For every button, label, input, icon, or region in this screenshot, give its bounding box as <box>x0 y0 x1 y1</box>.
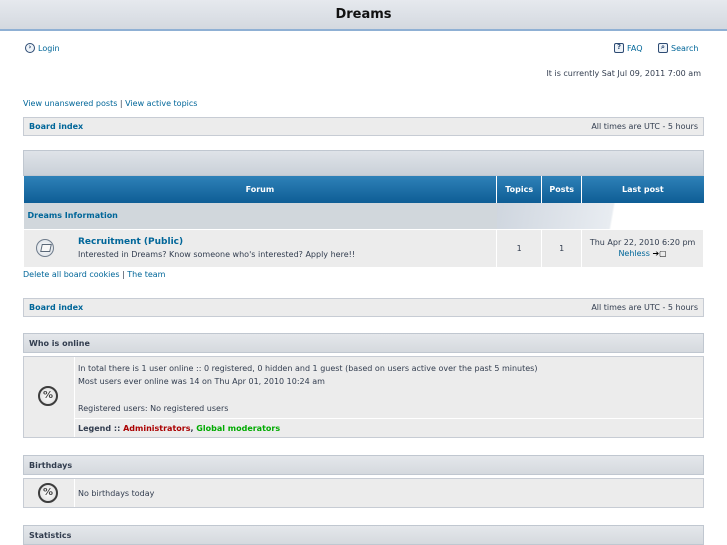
quick-links: View unanswered posts | View active topi… <box>23 99 197 108</box>
users-online-icon: % <box>38 386 58 406</box>
online-total: In total there is 1 user online :: 0 reg… <box>78 364 538 373</box>
login-icon: › <box>25 43 35 53</box>
who-is-online-header: Who is online <box>23 333 704 353</box>
forum-description: Interested in Dreams? Know someone who's… <box>78 250 356 259</box>
board-index-link[interactable]: Board index <box>29 122 83 131</box>
board-index-link-bottom[interactable]: Board index <box>29 303 83 312</box>
category-fill <box>496 203 704 230</box>
login-label[interactable]: Login <box>38 44 60 53</box>
category-header-strip <box>23 150 704 176</box>
timezone-text-bottom: All times are UTC - 5 hours <box>591 303 698 312</box>
col-last-post: Last post <box>581 176 704 203</box>
who-is-online-panel: % In total there is 1 user online :: 0 r… <box>23 356 704 438</box>
forum-cell: Recruitment (Public) Interested in Dream… <box>22 228 498 268</box>
forum-table: Forum Topics Posts Last post Dreams Info… <box>22 176 704 268</box>
category-title[interactable]: Dreams Information <box>23 203 497 230</box>
forum-name-link[interactable]: Recruitment (Public) <box>78 237 183 247</box>
forum-topics-count: 1 <box>496 228 543 268</box>
view-latest-post-icon[interactable]: ➔▢ <box>652 248 666 259</box>
legend-global-moderators[interactable]: Global moderators <box>196 424 280 433</box>
legend: Legend :: Administrators, Global moderat… <box>78 424 281 433</box>
search-icon: ⌕ <box>658 43 668 53</box>
delete-cookies-link[interactable]: Delete all board cookies <box>23 270 120 279</box>
col-forum: Forum <box>23 176 497 203</box>
timezone-text: All times are UTC - 5 hours <box>591 122 698 131</box>
header-divider <box>0 29 727 31</box>
birthdays-header: Birthdays <box>23 455 704 475</box>
col-topics: Topics <box>496 176 542 203</box>
search-link[interactable]: ⌕ Search <box>658 43 698 53</box>
login-link[interactable]: › Login <box>25 43 60 53</box>
statistics-header: Statistics <box>23 525 704 545</box>
forum-row: Recruitment (Public) Interested in Dream… <box>22 228 704 268</box>
site-header: Dreams <box>0 0 727 31</box>
forum-posts-count: 1 <box>541 228 583 268</box>
online-record: Most users ever online was 14 on Thu Apr… <box>78 377 325 386</box>
legend-administrators[interactable]: Administrators <box>123 424 190 433</box>
registered-users: Registered users: No registered users <box>78 404 229 413</box>
view-unanswered-link[interactable]: View unanswered posts <box>23 99 117 108</box>
faq-icon: ? <box>614 43 624 53</box>
last-post-author[interactable]: Nehless <box>618 249 649 258</box>
breadcrumb-bottom: Board index All times are UTC - 5 hours <box>23 298 704 317</box>
birthdays-icon-cell: % <box>24 479 75 507</box>
breadcrumb: Board index All times are UTC - 5 hours <box>23 117 704 136</box>
link-separator: | <box>117 99 126 108</box>
forum-read-icon <box>36 239 54 257</box>
view-active-link[interactable]: View active topics <box>125 99 197 108</box>
birthdays-panel: % No birthdays today <box>23 478 704 508</box>
footer-links: Delete all board cookies | The team <box>23 270 166 279</box>
faq-label[interactable]: FAQ <box>627 44 643 53</box>
birthdays-icon: % <box>38 483 58 503</box>
birthdays-text: No birthdays today <box>78 489 155 498</box>
col-posts: Posts <box>541 176 582 203</box>
search-label[interactable]: Search <box>671 44 698 53</box>
forum-last-post: Thu Apr 22, 2010 6:20 pm Nehless ➔▢ <box>581 228 704 268</box>
current-time: It is currently Sat Jul 09, 2011 7:00 am <box>546 69 701 78</box>
last-post-date: Thu Apr 22, 2010 6:20 pm <box>589 238 696 247</box>
faq-link[interactable]: ? FAQ <box>614 43 643 53</box>
site-title: Dreams <box>335 7 392 22</box>
team-link[interactable]: The team <box>127 270 165 279</box>
who-online-icon-cell: % <box>24 357 75 437</box>
